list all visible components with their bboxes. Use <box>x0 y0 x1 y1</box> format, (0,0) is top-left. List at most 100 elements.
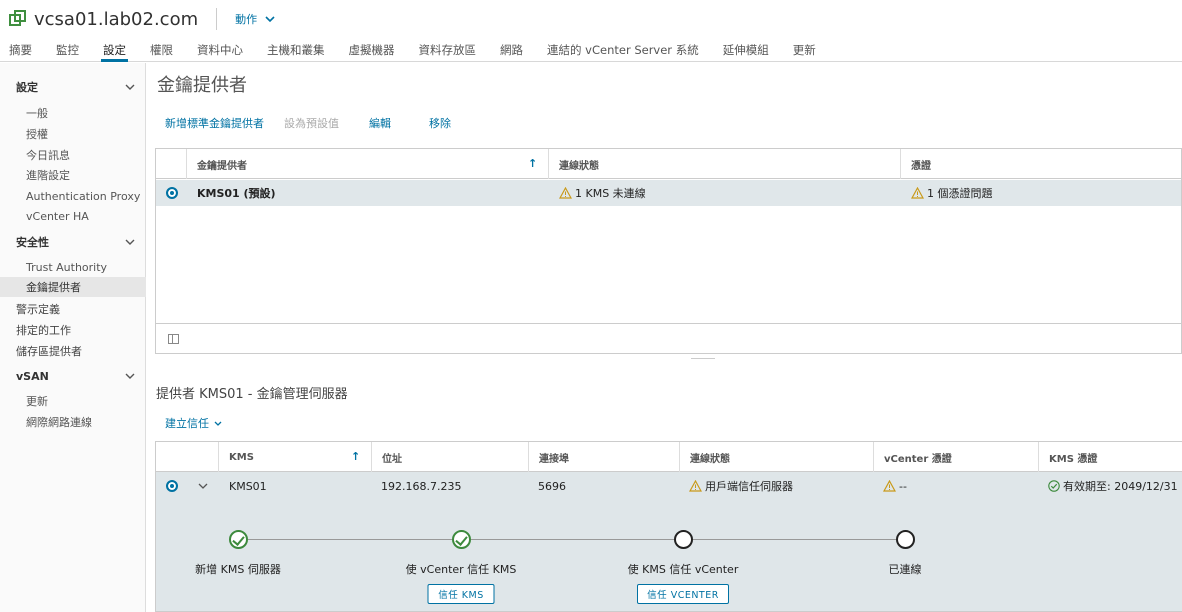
column-header-label: 位址 <box>382 453 402 465</box>
sidebar-item-storage-providers[interactable]: 儲存區提供者 <box>0 341 146 361</box>
tab-vms[interactable]: 虛擬機器 <box>349 38 395 62</box>
tab-linked-vcenter[interactable]: 連結的 vCenter Server 系統 <box>547 38 699 62</box>
column-header-label: 連線狀態 <box>690 453 730 465</box>
tab-datastores[interactable]: 資料存放區 <box>419 38 477 62</box>
sidebar-item-trust-authority[interactable]: Trust Authority <box>0 257 146 277</box>
column-address[interactable]: 位址 <box>371 442 528 472</box>
vcenter-cert-cell: -- <box>882 473 907 499</box>
actions-label: 動作 <box>235 13 258 26</box>
sidebar-item-key-providers[interactable]: 金鑰提供者 <box>0 277 146 297</box>
column-header-label: 憑證 <box>911 160 931 172</box>
column-header-label: vCenter 憑證 <box>884 453 952 465</box>
sidebar-group-vsan[interactable]: vSAN <box>0 365 146 387</box>
column-toggle-icon[interactable] <box>168 334 179 344</box>
add-standard-provider-button[interactable]: 新增標準金鑰提供者 <box>165 115 264 131</box>
establish-trust-menu[interactable]: 建立信任 <box>165 415 222 431</box>
tab-updates[interactable]: 更新 <box>793 38 816 62</box>
edit-button[interactable]: 編輯 <box>369 115 391 131</box>
sidebar-group-settings[interactable]: 設定 <box>0 76 146 98</box>
object-tabs: 摘要 監控 設定 權限 資料中心 主機和叢集 虛擬機器 資料存放區 網路 連結的… <box>0 38 831 62</box>
pane-splitter[interactable] <box>147 357 1182 361</box>
tab-configure[interactable]: 設定 <box>101 38 128 62</box>
sidebar-item-motd[interactable]: 今日訊息 <box>0 145 146 165</box>
warning-icon <box>882 479 897 492</box>
sidebar-group-label: vSAN <box>16 369 49 383</box>
kms-address: 192.168.7.235 <box>381 479 462 493</box>
column-kms-cert[interactable]: KMS 憑證 <box>1038 442 1182 472</box>
main-content: 金鑰提供者 新增標準金鑰提供者 設為預設值 編輯 移除 金鑰提供者 ↑ 連線狀態… <box>147 63 1182 612</box>
provider-status: 1 KMS 未連線 <box>575 187 646 200</box>
splitter-grip[interactable] <box>691 358 715 359</box>
remove-button[interactable]: 移除 <box>429 115 451 131</box>
kms-port: 5696 <box>538 479 566 493</box>
trust-vcenter-button[interactable]: 信任 VCENTER <box>637 584 729 604</box>
provider-cert-cell: 1 個憑證問題 <box>910 180 993 206</box>
column-header-label: 連接埠 <box>539 453 569 465</box>
column-header-label: KMS <box>229 451 254 463</box>
chevron-down-icon <box>265 13 275 26</box>
sort-ascending-icon: ↑ <box>351 450 361 463</box>
grid-header: KMS ↑ 位址 連接埠 連線狀態 vCenter 憑證 KMS 憑證 <box>156 442 1182 472</box>
sidebar-item-scheduled-tasks[interactable]: 排定的工作 <box>0 320 146 340</box>
step-2-label: 使 vCenter 信任 KMS <box>405 563 517 576</box>
row-select-cell[interactable] <box>166 473 178 499</box>
sidebar-group-label: 安全性 <box>16 236 49 249</box>
step-3-circle-icon <box>674 530 693 549</box>
configure-sidebar: 設定 一般 授權 今日訊息 進階設定 Authentication Proxy … <box>0 63 146 612</box>
trust-kms-button[interactable]: 信任 KMS <box>427 584 495 604</box>
kms-name: KMS01 <box>229 479 267 493</box>
row-expander[interactable] <box>198 473 208 499</box>
tab-datacenters[interactable]: 資料中心 <box>197 38 243 62</box>
sidebar-group-label: 設定 <box>16 81 38 94</box>
sidebar-item-licensing[interactable]: 授權 <box>0 124 146 144</box>
tab-networks[interactable]: 網路 <box>500 38 523 62</box>
chevron-down-icon <box>124 370 136 382</box>
grid-header: 金鑰提供者 ↑ 連線狀態 憑證 <box>156 149 1181 179</box>
step-2-check-icon <box>452 530 471 549</box>
sidebar-item-auth-proxy[interactable]: Authentication Proxy <box>0 186 146 206</box>
row-radio[interactable] <box>166 187 178 199</box>
chevron-down-icon <box>214 417 222 430</box>
table-row[interactable]: KMS01 192.168.7.235 5696 用戶端信任伺服器 -- 有效期… <box>156 473 1182 499</box>
sidebar-item-internet-connectivity[interactable]: 網際網路連線 <box>0 412 146 432</box>
row-radio[interactable] <box>166 480 178 492</box>
title-row: vcsa01.lab02.com 動作 <box>8 6 275 32</box>
provider-cert: 1 個憑證問題 <box>927 187 993 200</box>
tab-extensions[interactable]: 延伸模組 <box>723 38 769 62</box>
table-row[interactable]: KMS01 (預設) 1 KMS 未連線 1 個憑證問題 <box>156 180 1181 206</box>
kms-status-cell: 用戶端信任伺服器 <box>688 473 793 499</box>
tab-permissions[interactable]: 權限 <box>150 38 173 62</box>
trust-steps: 新增 KMS 伺服器 使 vCenter 信任 KMS 使 KMS 信任 vCe… <box>156 499 1182 612</box>
column-kms[interactable]: KMS ↑ <box>218 442 371 472</box>
column-port[interactable]: 連接埠 <box>528 442 679 472</box>
sidebar-item-vcenter-ha[interactable]: vCenter HA <box>0 206 146 226</box>
tab-monitor[interactable]: 監控 <box>56 38 79 62</box>
row-select-cell[interactable] <box>166 180 178 206</box>
sidebar-item-alarm-definitions[interactable]: 警示定義 <box>0 299 146 319</box>
sidebar-item-vsan-update[interactable]: 更新 <box>0 391 146 411</box>
step-3-label: 使 KMS 信任 vCenter <box>627 563 739 576</box>
steps-connector <box>248 539 902 540</box>
provider-toolbar: 新增標準金鑰提供者 設為預設值 編輯 移除 <box>165 115 471 131</box>
sidebar-group-security[interactable]: 安全性 <box>0 231 146 253</box>
tab-summary[interactable]: 摘要 <box>9 38 32 62</box>
set-default-button[interactable]: 設為預設值 <box>284 115 339 131</box>
sort-ascending-icon: ↑ <box>528 157 538 170</box>
column-connection-status[interactable]: 連線狀態 <box>679 442 873 472</box>
step-1-check-icon <box>229 530 248 549</box>
chevron-down-icon[interactable] <box>198 482 208 490</box>
warning-icon <box>558 186 573 199</box>
column-connection-status[interactable]: 連線狀態 <box>548 149 900 179</box>
sidebar-item-general[interactable]: 一般 <box>0 103 146 123</box>
column-key-provider[interactable]: 金鑰提供者 ↑ <box>186 149 548 179</box>
column-vcenter-cert[interactable]: vCenter 憑證 <box>873 442 1038 472</box>
actions-menu-button[interactable]: 動作 <box>235 11 275 27</box>
header-divider <box>216 8 218 30</box>
column-header-label: 金鑰提供者 <box>197 160 247 172</box>
sidebar-item-advanced[interactable]: 進階設定 <box>0 165 146 185</box>
grid-footer <box>156 323 1181 353</box>
tab-hosts-clusters[interactable]: 主機和叢集 <box>267 38 325 62</box>
check-circle-icon <box>1048 480 1060 492</box>
column-certificates[interactable]: 憑證 <box>900 149 1182 179</box>
warning-icon <box>688 479 703 492</box>
